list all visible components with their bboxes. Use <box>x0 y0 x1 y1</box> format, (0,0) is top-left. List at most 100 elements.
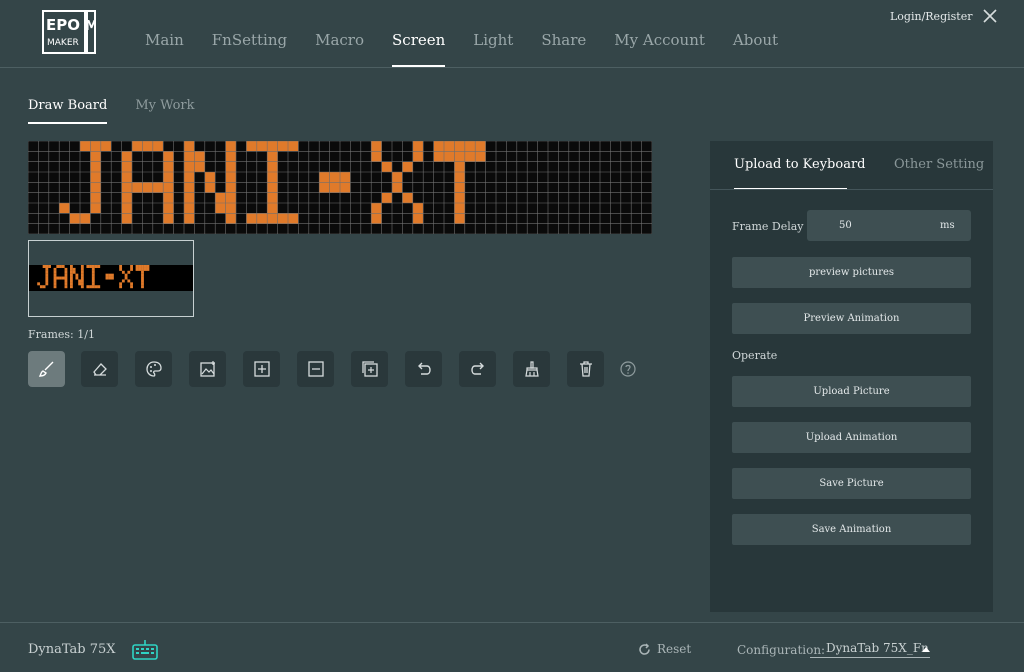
lit-pixel <box>225 172 236 183</box>
undo-button[interactable] <box>405 351 442 387</box>
lit-pixel <box>215 203 226 214</box>
copy-frame-button[interactable] <box>351 351 388 387</box>
lit-pixel <box>90 192 101 203</box>
frame-thumbnail[interactable] <box>28 240 194 317</box>
lit-pixel <box>90 203 101 214</box>
remove-frame-icon <box>307 361 324 377</box>
close-icon[interactable] <box>982 8 998 24</box>
lit-pixel <box>184 141 195 152</box>
tab-draw-board[interactable]: Draw Board <box>28 98 108 124</box>
lit-pixel <box>184 192 195 203</box>
lit-pixel <box>90 161 101 172</box>
nav-my-account[interactable]: My Account <box>614 31 705 49</box>
save-picture-button[interactable]: Save Picture <box>732 468 971 499</box>
lit-pixel <box>163 151 174 162</box>
lit-pixel <box>225 161 236 172</box>
frame-delay-label: Frame Delay <box>732 220 804 233</box>
lit-pixel <box>246 213 257 224</box>
lit-pixel <box>256 141 268 152</box>
redo-icon <box>470 362 484 375</box>
redo-button[interactable] <box>459 351 496 387</box>
lit-pixel <box>267 192 278 203</box>
keyboard-icon[interactable] <box>131 639 159 661</box>
help-icon[interactable] <box>620 361 636 377</box>
add-frame-icon <box>253 361 270 377</box>
lit-pixel <box>412 213 424 224</box>
color-palette-button[interactable] <box>135 351 172 387</box>
upload-animation-button[interactable]: Upload Animation <box>732 422 971 453</box>
nav-fnsetting[interactable]: FnSetting <box>212 31 287 49</box>
image-icon <box>199 361 215 377</box>
lit-pixel <box>163 182 174 193</box>
svg-text:MAKER: MAKER <box>47 38 79 48</box>
lit-pixel <box>454 182 465 193</box>
nav-macro[interactable]: Macro <box>315 31 364 49</box>
lit-pixel <box>277 213 288 224</box>
lit-pixel <box>267 213 278 224</box>
lit-pixel <box>90 141 101 152</box>
lit-pixel <box>194 151 205 162</box>
nav-screen[interactable]: Screen <box>392 31 446 67</box>
upload-picture-button[interactable]: Upload Picture <box>732 376 971 407</box>
lit-pixel <box>433 141 444 152</box>
lit-pixel <box>90 182 101 193</box>
lit-pixel <box>152 141 164 152</box>
lit-pixel <box>121 151 132 162</box>
lit-pixel <box>319 172 330 183</box>
lit-pixel <box>454 213 465 224</box>
draw-board-canvas[interactable] <box>28 141 652 234</box>
lit-pixel <box>121 192 132 203</box>
draw-subtabs: Draw Board My Work <box>28 98 223 124</box>
lit-pixel <box>444 151 455 162</box>
lit-pixel <box>121 161 132 172</box>
lit-pixel <box>267 151 278 162</box>
lit-pixel <box>90 172 101 183</box>
brush-tool-button[interactable] <box>28 351 65 387</box>
login-register-link[interactable]: Login/Register <box>890 10 972 23</box>
lit-pixel <box>163 203 174 214</box>
configuration-select[interactable]: DynaTab 75X_Fn <box>810 640 930 658</box>
nav-main[interactable]: Main <box>145 31 184 49</box>
frame-delay-input[interactable]: 50 ms <box>807 210 971 241</box>
caret-up-icon <box>922 647 930 652</box>
lit-pixel <box>184 172 195 183</box>
nav-share[interactable]: Share <box>541 31 586 49</box>
lit-pixel <box>204 182 216 193</box>
lit-pixel <box>412 141 424 152</box>
lit-pixel <box>225 151 236 162</box>
lit-pixel <box>454 203 465 214</box>
add-frame-button[interactable] <box>243 351 280 387</box>
operate-heading: Operate <box>732 349 778 362</box>
lit-pixel <box>433 151 444 162</box>
frames-counter: Frames: 1/1 <box>28 328 95 341</box>
lit-pixel <box>329 172 340 183</box>
copy-frame-icon <box>361 361 378 377</box>
tab-upload-to-keyboard[interactable]: Upload to Keyboard <box>734 157 866 172</box>
remove-frame-button[interactable] <box>297 351 334 387</box>
lit-pixel <box>267 141 278 152</box>
tab-other-setting[interactable]: Other Setting <box>894 157 984 172</box>
lit-pixel <box>163 172 174 183</box>
lit-pixel <box>277 141 288 152</box>
import-image-button[interactable] <box>189 351 226 387</box>
nav-about[interactable]: About <box>733 31 778 49</box>
delete-button[interactable] <box>567 351 604 387</box>
top-bar: EPO M MAKER Main FnSetting Macro Screen … <box>0 0 1024 68</box>
clear-canvas-button[interactable] <box>513 351 550 387</box>
reset-button[interactable]: Reset <box>638 642 691 656</box>
epomaker-logo: EPO M MAKER <box>42 10 96 54</box>
lit-pixel <box>225 182 236 193</box>
lit-pixel <box>267 161 278 172</box>
brush-icon <box>38 361 53 377</box>
lit-pixel <box>329 182 340 193</box>
lit-pixel <box>69 213 80 224</box>
eraser-tool-button[interactable] <box>81 351 118 387</box>
lit-pixel <box>80 141 91 152</box>
preview-animation-button[interactable]: Preview Animation <box>732 303 971 334</box>
nav-light[interactable]: Light <box>473 31 513 49</box>
lit-pixel <box>371 213 382 224</box>
save-animation-button[interactable]: Save Animation <box>732 514 971 545</box>
lit-pixel <box>381 192 392 203</box>
tab-my-work[interactable]: My Work <box>135 98 194 123</box>
preview-pictures-button[interactable]: preview pictures <box>732 257 971 288</box>
